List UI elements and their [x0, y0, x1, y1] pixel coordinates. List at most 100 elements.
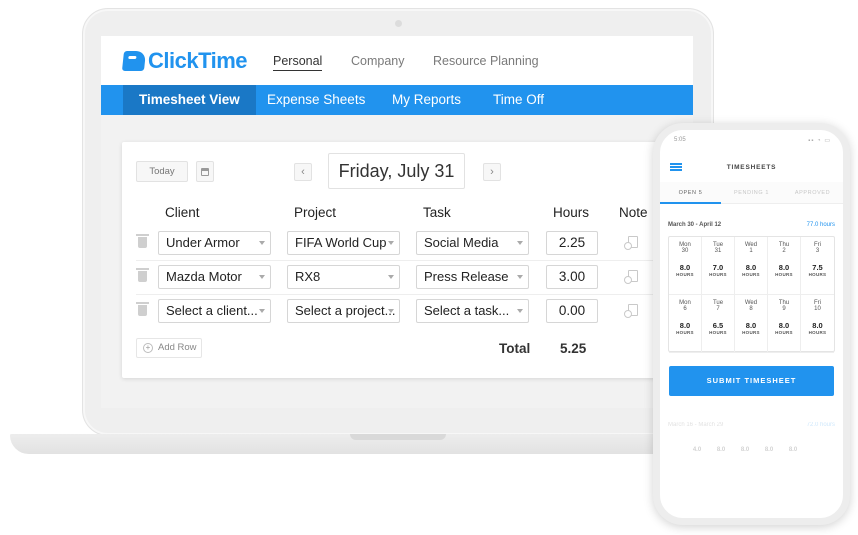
marketing-stage: ClickTime Personal Company Resource Plan…	[0, 0, 858, 535]
add-row-label: Add Row	[158, 342, 197, 353]
hours-unit: HOURS	[808, 272, 827, 277]
note-icon[interactable]	[624, 270, 638, 284]
nav-resource-planning[interactable]: Resource Planning	[433, 54, 539, 68]
tab-time-off[interactable]: Time Off	[477, 85, 560, 115]
project-value: Select a project...	[295, 303, 396, 318]
project-value: RX8	[295, 269, 321, 284]
previous-day-hours: 8.0	[788, 447, 798, 453]
delete-row-icon[interactable]	[136, 268, 149, 282]
day-cell[interactable]: Mon 6 8.0 HOURS	[669, 295, 702, 353]
previous-day-hours: 8.0	[716, 447, 726, 453]
day-hours: 8.0	[745, 321, 757, 330]
task-select[interactable]: Social Media	[416, 231, 529, 255]
hours-input[interactable]: 2.25	[546, 231, 598, 255]
hours-input[interactable]: 0.00	[546, 299, 598, 323]
chevron-down-icon	[259, 241, 265, 245]
phone-tabs: OPEN 5 PENDING 1 APPROVED	[660, 182, 843, 204]
tab-timesheet-view[interactable]: Timesheet View	[123, 85, 256, 115]
previous-day-hours: 4.0	[692, 447, 702, 453]
day-number: 30	[681, 248, 689, 254]
total-label: Total	[499, 341, 531, 356]
add-row-button[interactable]: + Add Row	[136, 338, 202, 358]
task-select[interactable]: Select a task...	[416, 299, 529, 323]
tab-expense-sheets[interactable]: Expense Sheets	[251, 85, 381, 115]
hours-unit: HOURS	[742, 272, 760, 277]
laptop-notch	[350, 434, 446, 440]
chevron-down-icon	[517, 309, 523, 313]
chevron-down-icon	[388, 275, 394, 279]
hours-unit: HOURS	[709, 330, 727, 335]
project-select[interactable]: RX8	[287, 265, 400, 289]
day-cell[interactable]: Fri 10 8.0 HOURS	[801, 295, 834, 353]
client-select[interactable]: Under Armor	[158, 231, 271, 255]
plus-icon: +	[143, 343, 153, 353]
day-number: 8	[749, 306, 753, 312]
current-date: Friday, July 31	[328, 153, 465, 189]
column-header-task: Task	[423, 205, 451, 220]
day-number: 7	[716, 306, 720, 312]
day-cell[interactable]: Wed 8 8.0 HOURS	[735, 295, 768, 353]
day-cell[interactable]: Mon 30 8.0 HOURS	[669, 237, 702, 295]
phone-tab-open[interactable]: OPEN 5	[660, 190, 721, 196]
day-cell[interactable]: Thu 9 8.0 HOURS	[768, 295, 801, 353]
hours-unit: HOURS	[676, 272, 694, 277]
previous-day-cell: 8.0	[734, 440, 756, 453]
app-header: ClickTime Personal Company Resource Plan…	[101, 36, 693, 85]
project-value: FIFA World Cup	[295, 235, 387, 250]
delete-row-icon[interactable]	[136, 234, 149, 248]
day-cell[interactable]: Wed 1 8.0 HOURS	[735, 237, 768, 295]
day-cell[interactable]: Fri 3 7.5 HOURS	[801, 237, 834, 295]
column-header-note: Note	[619, 205, 648, 220]
day-cell[interactable]: Thu 2 8.0 HOURS	[768, 237, 801, 295]
day-cell[interactable]: Tue 7 6.5 HOURS	[702, 295, 735, 353]
total-value: 5.25	[560, 341, 587, 356]
next-day-button[interactable]: ›	[483, 163, 501, 181]
day-cell[interactable]: Tue 31 7.0 HOURS	[702, 237, 735, 295]
prev-day-button[interactable]: ‹	[294, 163, 312, 181]
timesheet-card: Today ‹ Friday, July 31 › Client Project…	[122, 142, 678, 378]
delete-row-icon[interactable]	[136, 302, 149, 316]
nav-personal[interactable]: Personal	[273, 54, 323, 71]
previous-period-section: March 16 - March 29 72.0 hours 4.0 8.0 8.0…	[660, 412, 843, 518]
column-header-project: Project	[294, 205, 337, 220]
phone-tab-pending[interactable]: PENDING 1	[721, 190, 782, 196]
day-number: 10	[814, 306, 821, 312]
timesheet-day-grid[interactable]: Mon 30 8.0 HOURS Tue 31 7.0 HOURS Wed 1 8.0 HOURS Th…	[668, 236, 835, 353]
note-icon[interactable]	[624, 236, 638, 250]
client-select[interactable]: Mazda Motor	[158, 265, 271, 289]
day-hours: 8.0	[778, 263, 790, 272]
day-hours: 8.0	[812, 321, 823, 330]
hours-unit: HOURS	[742, 330, 760, 335]
day-number: 1	[749, 248, 753, 254]
column-header-client: Client	[165, 205, 200, 220]
project-select[interactable]: Select a project...	[287, 299, 400, 323]
tab-my-reports[interactable]: My Reports	[376, 85, 477, 115]
task-select[interactable]: Press Release	[416, 265, 529, 289]
calendar-button[interactable]	[196, 161, 214, 182]
today-button[interactable]: Today	[136, 161, 188, 182]
previous-day-hours: 8.0	[764, 447, 774, 453]
chevron-down-icon	[388, 309, 394, 313]
chevron-down-icon	[388, 241, 394, 245]
submit-timesheet-button[interactable]: SUBMIT TIMESHEET	[669, 366, 834, 396]
phone-status-time: 5:05	[674, 137, 686, 143]
chevron-down-icon	[259, 275, 265, 279]
laptop-screen: ClickTime Personal Company Resource Plan…	[101, 36, 693, 408]
hours-input[interactable]: 3.00	[546, 265, 598, 289]
previous-period-range: March 16 - March 29	[668, 422, 724, 428]
day-number: 9	[782, 306, 786, 312]
note-icon[interactable]	[624, 304, 638, 318]
clicktime-logo-icon	[121, 51, 147, 71]
day-hours: 7.5	[812, 263, 823, 272]
hours-unit: HOURS	[676, 330, 694, 335]
chevron-down-icon	[517, 241, 523, 245]
phone-tab-approved[interactable]: APPROVED	[782, 190, 843, 196]
day-hours: 6.5	[712, 321, 724, 330]
client-select[interactable]: Select a client...	[158, 299, 271, 323]
project-select[interactable]: FIFA World Cup	[287, 231, 400, 255]
nav-company[interactable]: Company	[351, 54, 405, 68]
chevron-down-icon	[517, 275, 523, 279]
client-value: Select a client...	[166, 303, 258, 318]
brand-logo[interactable]: ClickTime	[121, 48, 248, 74]
day-hours: 8.0	[679, 321, 691, 330]
